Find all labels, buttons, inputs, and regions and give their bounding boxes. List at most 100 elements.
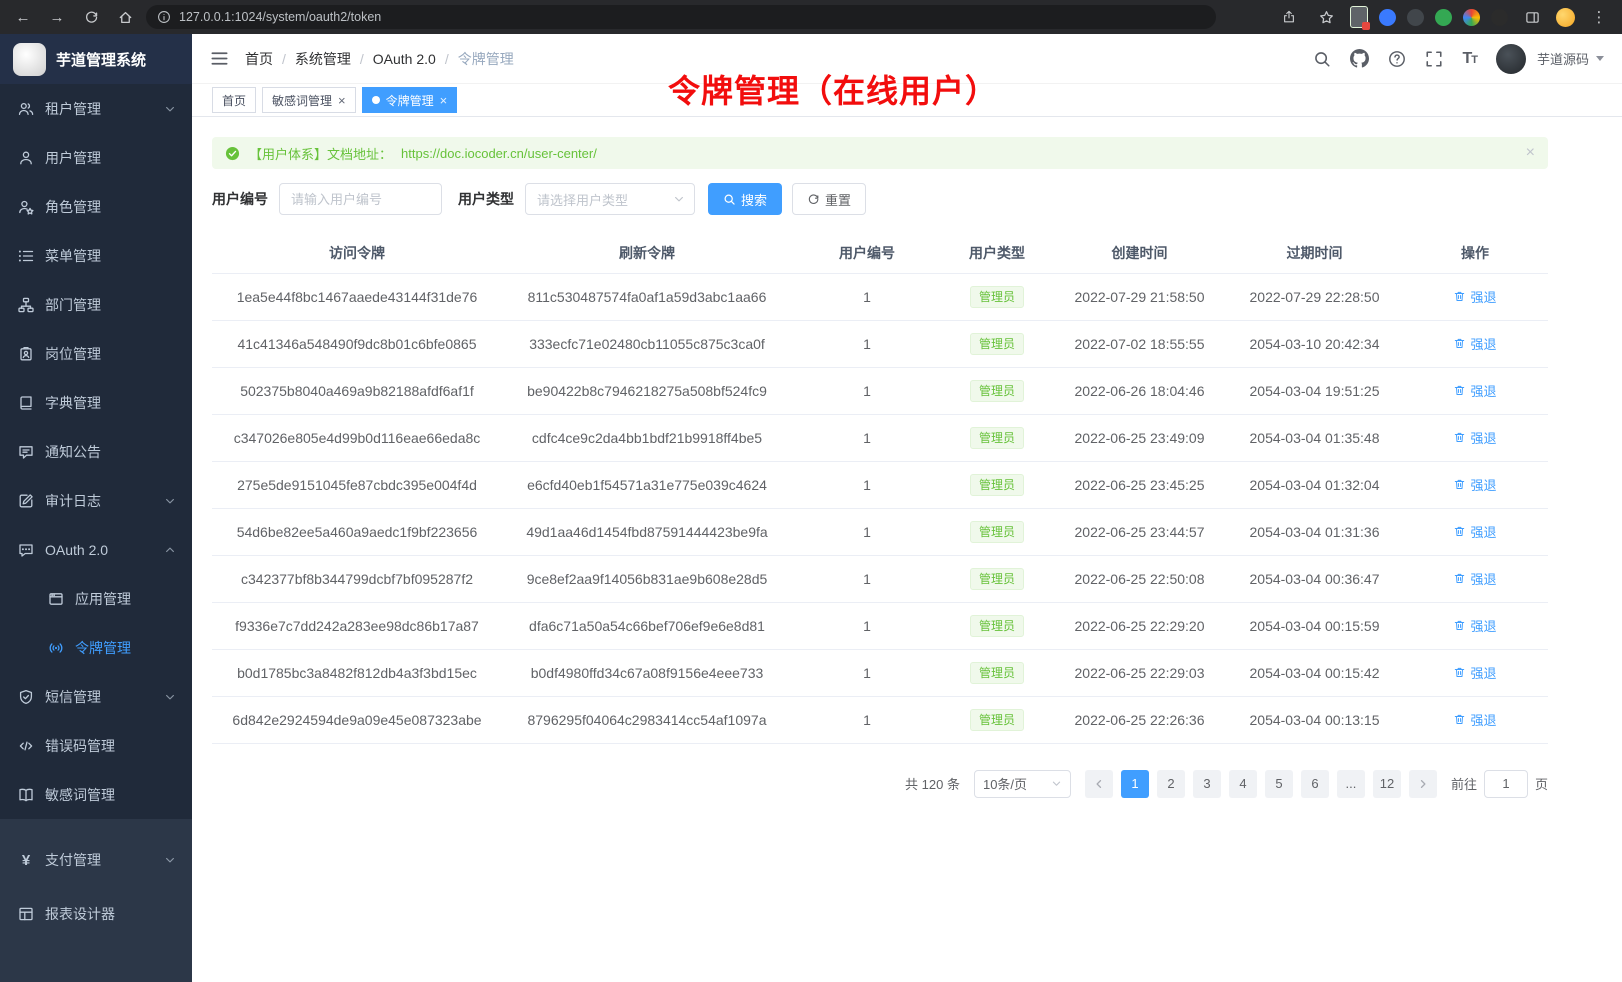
breadcrumb-item[interactable]: OAuth 2.0 [373, 51, 436, 67]
user-type-select[interactable]: 请选择用户类型 [525, 183, 695, 215]
share-icon[interactable] [1276, 4, 1302, 30]
help-icon[interactable] [1388, 50, 1406, 68]
sidebar-item-errorcode[interactable]: 错误码管理 [0, 721, 192, 770]
force-logout-button[interactable]: 强退 [1453, 334, 1496, 353]
prev-page-button[interactable] [1085, 770, 1113, 798]
tab-label: 首页 [222, 92, 246, 109]
sidebar-subitem-oauth2-token[interactable]: 令牌管理 [0, 623, 192, 672]
sidebar-item-tenant[interactable]: 租户管理 [0, 84, 192, 133]
main-area: 首页/系统管理/OAuth 2.0/令牌管理 TT 芋道源码 [192, 34, 1622, 982]
username-label[interactable]: 芋道源码 [1537, 49, 1589, 68]
page-button[interactable]: 3 [1193, 770, 1221, 798]
sidebar-item-pay[interactable]: ¥支付管理 [0, 833, 192, 887]
sidebar-item-user[interactable]: 用户管理 [0, 133, 192, 182]
user-id-cell: 1 [792, 696, 942, 743]
force-logout-button[interactable]: 强退 [1453, 287, 1496, 306]
side-panel-icon[interactable] [1519, 4, 1545, 30]
trash-icon [1453, 619, 1466, 632]
user-id-input[interactable] [279, 183, 442, 215]
user-type-cell: 管理员 [942, 696, 1052, 743]
users-icon [18, 101, 34, 117]
force-logout-button[interactable]: 强退 [1453, 381, 1496, 400]
page-button[interactable]: 12 [1373, 770, 1401, 798]
extension-icon[interactable] [1435, 9, 1452, 26]
page-size-select[interactable]: 10条/页 [974, 770, 1071, 798]
sidebar-item-oauth2[interactable]: OAuth 2.0 [0, 525, 192, 574]
page-button[interactable]: 6 [1301, 770, 1329, 798]
org-tree-icon [18, 297, 34, 313]
user-type-badge: 管理员 [970, 662, 1024, 684]
chevron-down-icon [164, 495, 176, 507]
force-logout-button[interactable]: 强退 [1453, 616, 1496, 635]
sidebar-item-notice[interactable]: 通知公告 [0, 427, 192, 476]
site-info-icon[interactable] [157, 10, 171, 24]
sidebar-item-post[interactable]: 岗位管理 [0, 329, 192, 378]
tab-item[interactable]: 首页 [212, 87, 256, 113]
force-logout-button[interactable]: 强退 [1453, 475, 1496, 494]
extension-icon[interactable] [1491, 9, 1508, 26]
home-icon[interactable] [112, 4, 138, 30]
page-more-button[interactable]: ... [1337, 770, 1365, 798]
force-logout-button[interactable]: 强退 [1453, 710, 1496, 729]
sidebar-item-dict[interactable]: 字典管理 [0, 378, 192, 427]
sidebar-item-sensitiveword[interactable]: 敏感词管理 [0, 770, 192, 819]
back-icon[interactable]: ← [10, 4, 36, 30]
sidebar-item-auditlog[interactable]: 审计日志 [0, 476, 192, 525]
create-time-cell: 2022-06-25 22:29:03 [1052, 649, 1227, 696]
page-button[interactable]: 5 [1265, 770, 1293, 798]
extension-icon[interactable] [1379, 9, 1396, 26]
access-token-cell: c347026e805e4d99b0d116eae66eda8c [212, 414, 502, 461]
github-icon[interactable] [1350, 49, 1369, 68]
tab-item[interactable]: 敏感词管理× [262, 87, 356, 113]
doc-link[interactable]: https://doc.iocoder.cn/user-center/ [401, 146, 597, 161]
force-logout-button[interactable]: 强退 [1453, 663, 1496, 682]
reset-button[interactable]: 重置 [792, 183, 866, 215]
user-type-cell: 管理员 [942, 273, 1052, 320]
page-button[interactable]: 4 [1229, 770, 1257, 798]
browser-menu-icon[interactable]: ⋮ [1586, 4, 1612, 30]
table-header-row: 访问令牌 刷新令牌 用户编号 用户类型 创建时间 过期时间 操作 [212, 233, 1548, 273]
create-time-cell: 2022-06-25 22:29:20 [1052, 602, 1227, 649]
forward-icon[interactable]: → [44, 4, 70, 30]
force-logout-button[interactable]: 强退 [1453, 522, 1496, 541]
force-logout-button[interactable]: 强退 [1453, 569, 1496, 588]
sidebar-item-dept[interactable]: 部门管理 [0, 280, 192, 329]
breadcrumb-item[interactable]: 系统管理 [295, 49, 351, 69]
breadcrumb: 首页/系统管理/OAuth 2.0/令牌管理 [245, 49, 514, 69]
sidebar-subitem-oauth2-app[interactable]: 应用管理 [0, 574, 192, 623]
alert-close-icon[interactable]: × [1526, 144, 1535, 162]
sidebar-item-role[interactable]: 角色管理 [0, 182, 192, 231]
browser-profile-avatar[interactable] [1556, 8, 1575, 27]
reload-icon[interactable] [78, 4, 104, 30]
pagination: 共 120 条 10条/页 123456...12 前往 页 [212, 770, 1548, 798]
fullscreen-icon[interactable] [1425, 50, 1443, 68]
extension-icon[interactable] [1407, 9, 1424, 26]
collapse-menu-icon[interactable] [210, 49, 229, 68]
sidebar-item-report[interactable]: 报表设计器 [0, 887, 192, 941]
font-size-icon[interactable]: TT [1462, 50, 1477, 68]
breadcrumb-item[interactable]: 首页 [245, 49, 273, 69]
force-logout-button[interactable]: 强退 [1453, 428, 1496, 447]
expire-time-cell: 2054-03-04 00:13:15 [1227, 696, 1402, 743]
sidebar-item-sms[interactable]: 短信管理 [0, 672, 192, 721]
user-avatar[interactable] [1496, 44, 1526, 74]
tab-close-icon[interactable]: × [440, 94, 448, 107]
page-button[interactable]: 1 [1121, 770, 1149, 798]
chevron-down-icon[interactable] [1596, 56, 1604, 61]
tab-item[interactable]: 令牌管理× [362, 87, 458, 113]
search-button[interactable]: 搜索 [708, 183, 782, 215]
user-id-cell: 1 [792, 555, 942, 602]
create-time-cell: 2022-06-25 22:26:36 [1052, 696, 1227, 743]
tab-close-icon[interactable]: × [338, 94, 346, 107]
extension-icon[interactable] [1463, 9, 1480, 26]
address-bar[interactable]: 127.0.0.1:1024/system/oauth2/token [146, 5, 1216, 29]
sidebar-menu: 租户管理用户管理角色管理菜单管理部门管理岗位管理字典管理通知公告审计日志OAut… [0, 84, 192, 819]
sidebar-item-menu[interactable]: 菜单管理 [0, 231, 192, 280]
next-page-button[interactable] [1409, 770, 1437, 798]
goto-page-input[interactable] [1484, 770, 1528, 798]
search-icon[interactable] [1313, 50, 1331, 68]
app-logo-row[interactable]: 芋道管理系统 [0, 34, 192, 84]
bookmark-star-icon[interactable] [1313, 4, 1339, 30]
page-button[interactable]: 2 [1157, 770, 1185, 798]
extension-icon[interactable] [1350, 6, 1368, 28]
